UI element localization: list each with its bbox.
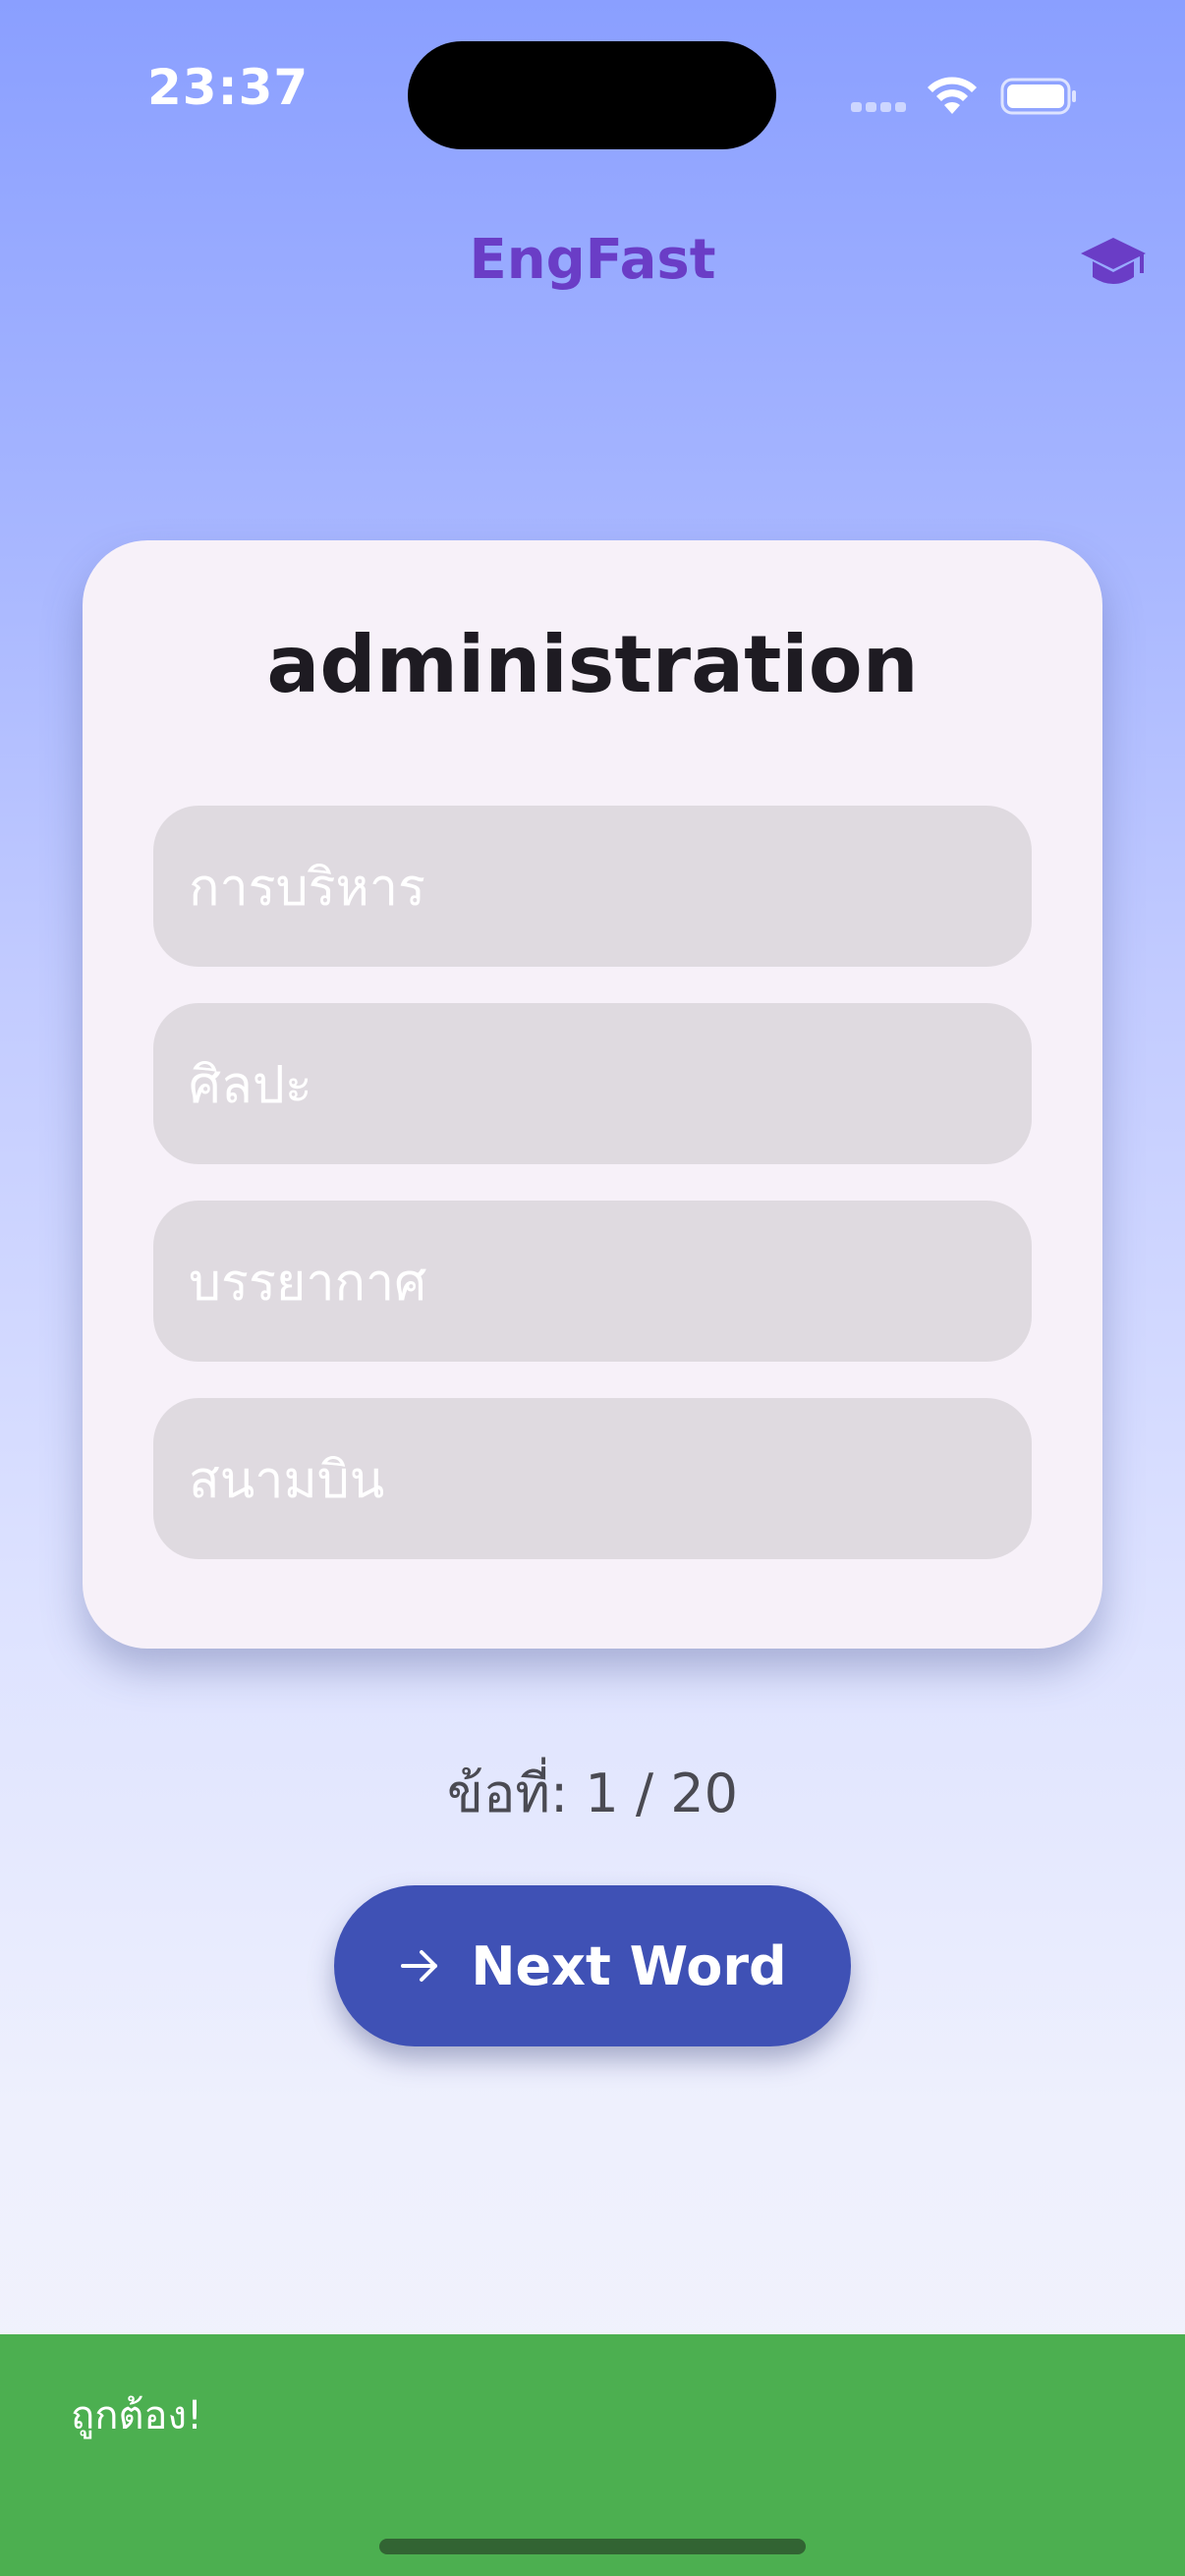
graduation-cap-icon[interactable] xyxy=(1079,234,1148,293)
home-indicator[interactable] xyxy=(379,2539,806,2554)
dynamic-island xyxy=(408,41,776,149)
answer-option[interactable]: สนามบิน xyxy=(153,1398,1032,1559)
snackbar-message: ถูกต้อง! xyxy=(71,2393,203,2438)
battery-icon xyxy=(1000,78,1076,115)
question-progress: ข้อที่: 1 / 20 xyxy=(447,1763,738,1824)
wifi-icon xyxy=(928,77,977,114)
app-title: EngFast xyxy=(469,228,716,292)
cellular-signal-icon xyxy=(851,102,906,114)
answer-option[interactable]: บรรยากาศ xyxy=(153,1201,1032,1362)
quiz-word: administration xyxy=(266,619,919,710)
arrow-right-icon xyxy=(401,1950,438,1982)
word-card: administration การบริหาร ศิลปะ บรรยากาศ … xyxy=(83,540,1102,1649)
answer-option[interactable]: การบริหาร xyxy=(153,806,1032,967)
next-word-label: Next Word xyxy=(471,1934,787,1997)
answer-option[interactable]: ศิลปะ xyxy=(153,1003,1032,1164)
status-time: 23:37 xyxy=(147,59,310,116)
next-word-button[interactable]: Next Word xyxy=(334,1885,851,2046)
status-bar: 23:37 xyxy=(0,0,1185,196)
